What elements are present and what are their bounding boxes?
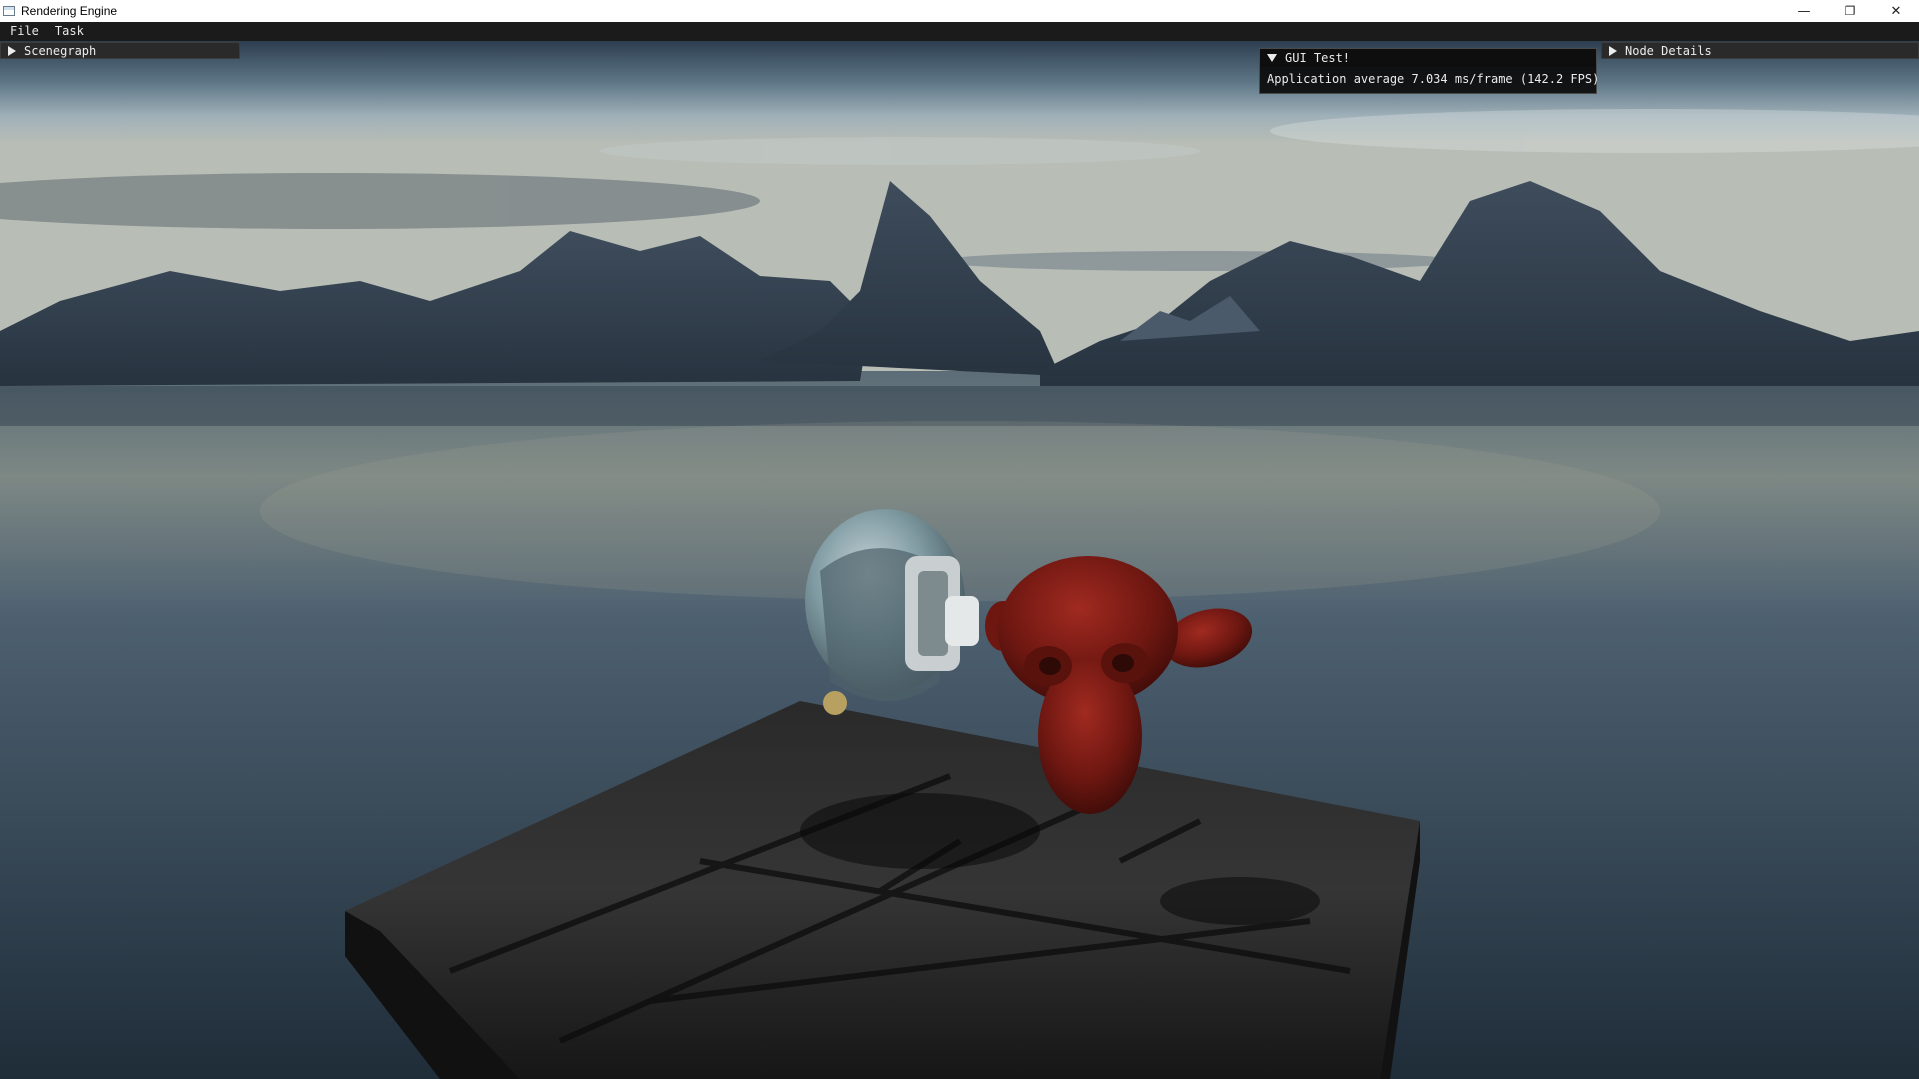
window-controls: — ❐ ✕ <box>1781 0 1919 22</box>
scene-render <box>0 41 1919 1079</box>
maximize-button[interactable]: ❐ <box>1827 0 1873 22</box>
gui-test-window: GUI Test! Application average 7.034 ms/f… <box>1259 48 1600 94</box>
close-button[interactable]: ✕ <box>1873 0 1919 22</box>
scenegraph-panel-header[interactable]: Scenegraph <box>0 42 240 59</box>
render-viewport[interactable]: Scenegraph Node Details <box>0 41 1919 1079</box>
collapse-arrow-icon <box>8 45 16 56</box>
scenegraph-label: Scenegraph <box>24 43 97 58</box>
window-titlebar: Rendering Engine — ❐ ✕ <box>0 0 1919 23</box>
node-details-panel-header[interactable]: Node Details <box>1601 42 1919 59</box>
gui-test-title: GUI Test! <box>1285 51 1351 65</box>
fps-readout: Application average 7.034 ms/frame (142.… <box>1267 72 1600 86</box>
close-icon: ✕ <box>1890 3 1902 19</box>
restore-icon: ❐ <box>1844 4 1856 18</box>
menu-bar: File Task <box>0 22 1919 41</box>
window-title: Rendering Engine <box>21 4 118 18</box>
reflection-band <box>0 386 1919 426</box>
expand-arrow-icon <box>1267 54 1277 62</box>
gui-test-header[interactable]: GUI Test! <box>1260 49 1596 67</box>
minimize-button[interactable]: — <box>1781 0 1827 22</box>
collapse-arrow-icon <box>1609 45 1617 56</box>
menu-task[interactable]: Task <box>47 22 92 41</box>
minimize-icon: — <box>1797 3 1811 19</box>
node-details-label: Node Details <box>1625 43 1712 58</box>
menu-file[interactable]: File <box>0 22 47 41</box>
app-icon <box>3 6 15 16</box>
